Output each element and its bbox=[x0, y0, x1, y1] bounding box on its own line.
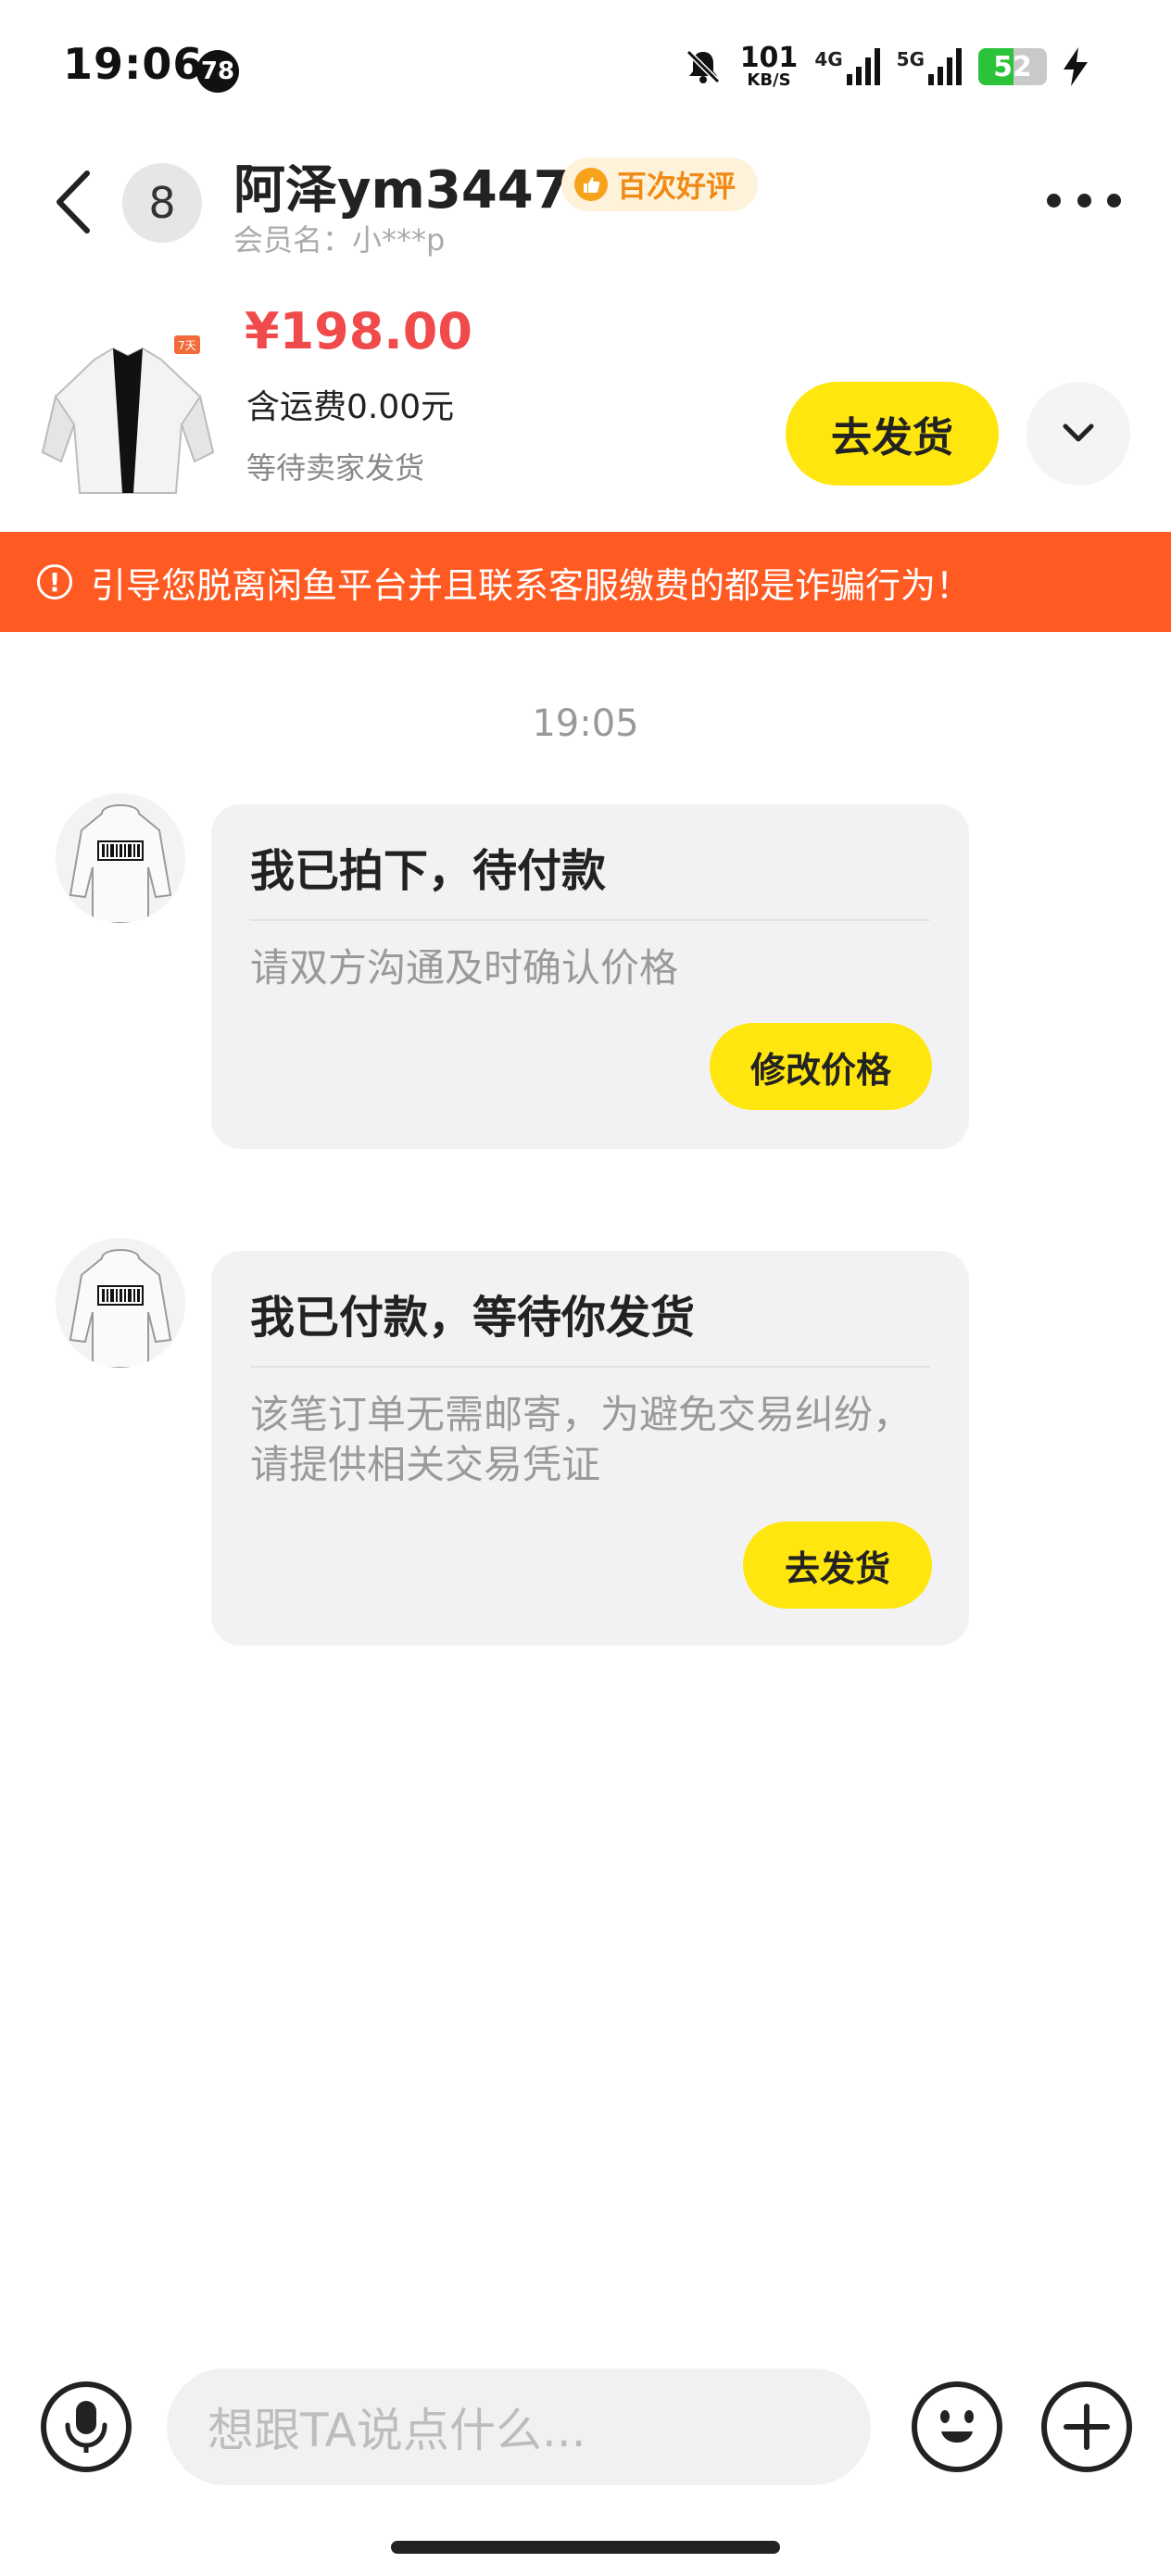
avatar[interactable] bbox=[56, 793, 185, 923]
home-indicator[interactable] bbox=[391, 2541, 780, 2554]
network-speed-unit: KB/S bbox=[747, 70, 791, 90]
dot-icon bbox=[1047, 193, 1061, 208]
status-time: 19:06 bbox=[63, 39, 204, 89]
card-description: 请双方沟通及时确认价格 bbox=[250, 945, 679, 991]
chevron-down-icon bbox=[1063, 423, 1094, 442]
signal-5g: 5G bbox=[897, 48, 962, 85]
signal-4g: 4G bbox=[814, 48, 880, 85]
microphone-icon bbox=[65, 2401, 107, 2453]
card-title: 我已付款，等待你发货 bbox=[250, 1292, 696, 1344]
signal-bars-icon bbox=[846, 48, 880, 85]
signal-4g-label: 4G bbox=[814, 48, 843, 70]
avatar[interactable] bbox=[56, 1238, 185, 1368]
signal-bars-icon bbox=[928, 48, 962, 85]
warning-text: 引导您脱离闲鱼平台并且联系客服缴费的都是诈骗行为！ bbox=[91, 564, 972, 606]
notification-count-badge: 78 bbox=[196, 50, 239, 93]
voice-input-button[interactable] bbox=[41, 2381, 132, 2472]
exclamation-circle-icon: ! bbox=[37, 564, 72, 600]
ship-button[interactable]: 去发货 bbox=[743, 1522, 932, 1609]
product-price: ¥198.00 bbox=[245, 302, 472, 360]
network-speed: 101 KB/S bbox=[740, 44, 799, 89]
product-tag: 7天 bbox=[178, 339, 196, 352]
plus-icon bbox=[1064, 2404, 1110, 2450]
reputation-badge[interactable]: 百次好评 bbox=[561, 158, 759, 211]
product-thumbnail[interactable]: 7天 bbox=[37, 322, 219, 504]
more-actions-button[interactable] bbox=[1041, 2381, 1132, 2472]
hoodie-avatar-image bbox=[56, 1238, 185, 1368]
order-card-paid: 我已付款，等待你发货 该笔订单无需邮寄，为避免交易纠纷，请提供相关交易凭证 去发… bbox=[211, 1251, 969, 1646]
status-indicators: 101 KB/S 4G 5G 52 bbox=[683, 44, 1088, 89]
modify-price-button[interactable]: 修改价格 bbox=[710, 1023, 932, 1110]
chat-timestamp: 19:05 bbox=[532, 702, 639, 745]
battery-level: 52 bbox=[993, 50, 1032, 83]
reputation-badge-label: 百次好评 bbox=[617, 169, 737, 204]
jacket-image: 7天 bbox=[41, 335, 215, 494]
hoodie-avatar-image bbox=[56, 793, 185, 923]
back-button[interactable] bbox=[54, 165, 100, 239]
card-divider bbox=[250, 1366, 930, 1368]
unread-count-badge[interactable]: 8 bbox=[122, 163, 202, 243]
dot-icon bbox=[1107, 193, 1121, 208]
signal-5g-label: 5G bbox=[896, 48, 925, 70]
fraud-warning-banner: ! 引导您脱离闲鱼平台并且联系客服缴费的都是诈骗行为！ bbox=[0, 532, 1171, 632]
mute-bell-icon bbox=[686, 49, 720, 84]
expand-button[interactable] bbox=[1026, 382, 1130, 486]
network-speed-value: 101 bbox=[739, 42, 799, 74]
message-input[interactable]: 想跟TA说点什么... bbox=[167, 2368, 871, 2485]
smiley-icon bbox=[940, 2410, 974, 2443]
order-status: 等待卖家发货 bbox=[246, 450, 425, 486]
thumbs-up-icon bbox=[574, 168, 608, 201]
member-name: 会员名：小***p bbox=[233, 222, 446, 258]
battery-indicator: 52 bbox=[978, 48, 1047, 85]
card-title: 我已拍下，待付款 bbox=[250, 845, 607, 897]
contact-nickname[interactable]: 阿泽ym3447 bbox=[233, 148, 570, 223]
dot-icon bbox=[1077, 193, 1091, 208]
ship-button[interactable]: 去发货 bbox=[786, 382, 999, 486]
chevron-left-icon bbox=[57, 170, 90, 234]
card-divider bbox=[250, 919, 930, 921]
shipping-fee: 含运费0.00元 bbox=[246, 388, 455, 426]
card-description: 该笔订单无需邮寄，为避免交易纠纷，请提供相关交易凭证 bbox=[250, 1392, 913, 1487]
emoji-button[interactable] bbox=[912, 2381, 1002, 2472]
order-card-pending-payment: 我已拍下，待付款 请双方沟通及时确认价格 修改价格 bbox=[211, 804, 969, 1149]
more-options-button[interactable] bbox=[1047, 182, 1121, 219]
charging-bolt-icon bbox=[1064, 47, 1088, 86]
